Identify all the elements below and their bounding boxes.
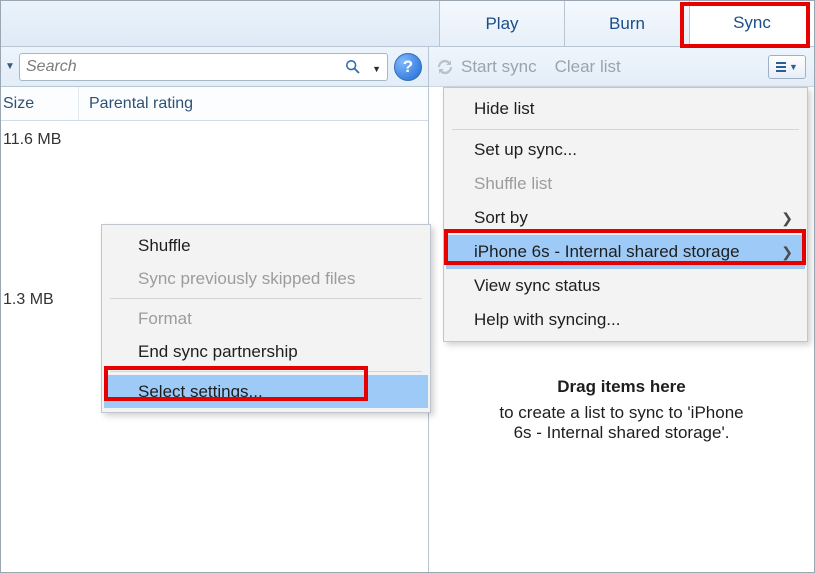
search-input[interactable]: Search ▼ bbox=[19, 53, 388, 81]
menu-label: Sort by bbox=[474, 208, 528, 228]
menu-hide-list[interactable]: Hide list bbox=[446, 92, 805, 126]
refresh-icon bbox=[435, 57, 455, 77]
submenu-end-partnership[interactable]: End sync partnership bbox=[104, 335, 428, 368]
menu-view-sync-status[interactable]: View sync status bbox=[446, 269, 805, 303]
help-icon[interactable]: ? bbox=[394, 53, 422, 81]
drop-zone-text: to create a list to sync to 'iPhone bbox=[459, 403, 784, 423]
column-parental-rating[interactable]: Parental rating bbox=[79, 87, 428, 120]
history-dropdown[interactable]: ▼ bbox=[1, 48, 19, 86]
menu-sort-by[interactable]: Sort by ❯ bbox=[446, 201, 805, 235]
list-options-button[interactable]: ▼ bbox=[768, 55, 806, 79]
tab-burn[interactable]: Burn bbox=[564, 1, 689, 46]
search-row: ▼ Search ▼ ? bbox=[1, 47, 428, 87]
tab-play[interactable]: Play bbox=[439, 1, 564, 46]
cell-size: 1.3 MB bbox=[1, 291, 79, 309]
tab-sync[interactable]: Sync bbox=[689, 1, 814, 46]
drop-zone-title: Drag items here bbox=[459, 377, 784, 397]
menu-device[interactable]: iPhone 6s - Internal shared storage ❯ bbox=[446, 235, 805, 269]
sync-toolbar: Start sync Clear list ▼ bbox=[429, 47, 814, 87]
menu-setup-sync[interactable]: Set up sync... bbox=[446, 133, 805, 167]
submenu-select-settings[interactable]: Select settings... bbox=[104, 375, 428, 408]
menu-separator bbox=[452, 129, 799, 130]
menu-label: iPhone 6s - Internal shared storage bbox=[474, 242, 740, 262]
drop-zone-text: 6s - Internal shared storage'. bbox=[459, 423, 784, 443]
submenu-format: Format bbox=[104, 302, 428, 335]
menu-help-syncing[interactable]: Help with syncing... bbox=[446, 303, 805, 337]
menu-shuffle-list: Shuffle list bbox=[446, 167, 805, 201]
chevron-right-icon: ❯ bbox=[781, 210, 793, 227]
search-options-dropdown[interactable]: ▼ bbox=[372, 64, 381, 74]
drop-zone[interactable]: Drag items here to create a list to sync… bbox=[429, 377, 814, 443]
menu-separator bbox=[110, 298, 422, 299]
start-sync-button: Start sync bbox=[461, 57, 537, 77]
device-submenu: Shuffle Sync previously skipped files Fo… bbox=[101, 224, 431, 413]
clear-list-button: Clear list bbox=[555, 57, 621, 77]
column-size[interactable]: Size bbox=[1, 87, 79, 120]
chevron-down-icon: ▼ bbox=[789, 62, 798, 72]
submenu-sync-previously-skipped: Sync previously skipped files bbox=[104, 262, 428, 295]
search-placeholder: Search bbox=[26, 58, 77, 76]
tab-bar: Play Burn Sync bbox=[1, 1, 814, 47]
search-icon[interactable] bbox=[345, 59, 361, 75]
cell-size: 11.6 MB bbox=[1, 131, 79, 149]
sync-options-menu: Hide list Set up sync... Shuffle list So… bbox=[443, 87, 808, 342]
list-icon bbox=[776, 62, 786, 72]
submenu-shuffle[interactable]: Shuffle bbox=[104, 229, 428, 262]
chevron-right-icon: ❯ bbox=[781, 244, 793, 261]
column-headers: Size Parental rating bbox=[1, 87, 428, 121]
menu-separator bbox=[110, 371, 422, 372]
